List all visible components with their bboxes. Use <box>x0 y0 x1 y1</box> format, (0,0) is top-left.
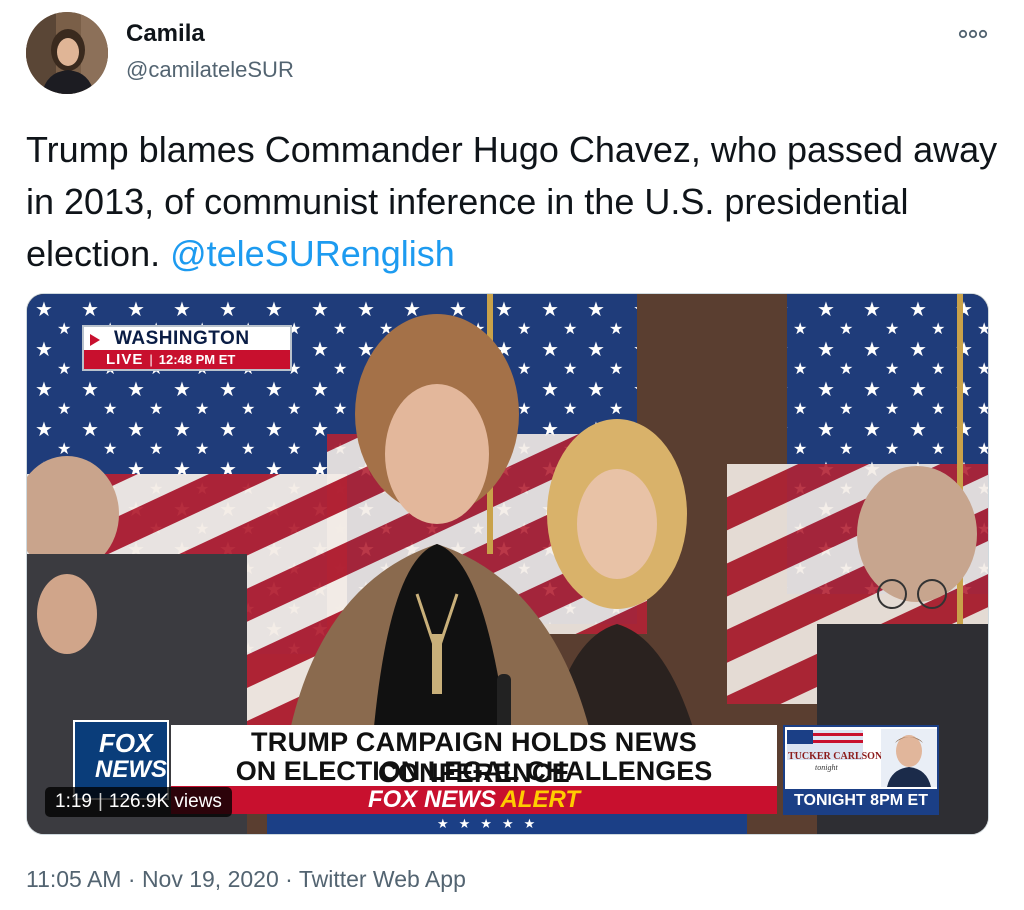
tweet-date[interactable]: Nov 19, 2020 <box>142 866 279 892</box>
logo-text-bottom: NEWS <box>95 756 167 783</box>
promo-time: TONIGHT 8PM ET <box>785 789 937 813</box>
author-handle[interactable]: @camilateleSUR <box>126 57 294 83</box>
tweet-source[interactable]: Twitter Web App <box>299 866 466 892</box>
live-separator: | <box>149 352 153 367</box>
mention-link[interactable]: @teleSURenglish <box>170 233 455 274</box>
location-label: WASHINGTON <box>114 328 250 349</box>
more-options-icon[interactable] <box>956 22 990 46</box>
avatar-image <box>26 12 108 94</box>
logo-text-top: FOX <box>99 728 153 758</box>
host-portrait <box>881 729 937 787</box>
video-views: 126.9K views <box>108 791 222 812</box>
avatar[interactable] <box>26 12 108 94</box>
tweet-footer: 11:05 AM · Nov 19, 2020 · Twitter Web Ap… <box>26 866 466 893</box>
live-time: 12:48 PM ET <box>158 352 236 367</box>
author-name[interactable]: Camila <box>126 20 205 48</box>
location-banner: WASHINGTON LIVE | 12:48 PM ET <box>82 325 292 371</box>
alert-prefix: FOX NEWS <box>367 786 496 813</box>
promo-show-name: TUCKER CARLSON <box>788 751 883 762</box>
tweet-text: Trump blames Commander Hugo Chavez, who … <box>26 124 1001 280</box>
stats-separator: | <box>97 791 103 812</box>
live-bar: LIVE | 12:48 PM ET <box>84 350 290 369</box>
video-player[interactable]: ★ ★ <box>26 293 989 835</box>
tweet-time[interactable]: 11:05 AM <box>26 866 121 892</box>
show-promo: TUCKER CARLSON tonight TONIGHT 8PM ET <box>783 725 939 815</box>
promo-subtitle: tonight <box>815 763 838 772</box>
ticker-stars: ★★★★★ <box>437 816 546 831</box>
video-duration: 1:19 <box>55 791 92 812</box>
headline-line-2: ON ELECTION LEGAL CHALLENGES <box>235 756 713 786</box>
live-label: LIVE <box>106 351 144 368</box>
footer-dot-2: · <box>285 866 293 892</box>
video-stats-overlay: 1:19 | 126.9K views <box>45 787 232 817</box>
headline-banner: TRUMP CAMPAIGN HOLDS NEWS CONFERENCE ON … <box>171 725 777 788</box>
alert-banner: FOX NEWS ALERT <box>171 786 777 814</box>
alert-word: ALERT <box>500 786 581 813</box>
live-arrow-icon <box>90 334 100 346</box>
footer-dot-1: · <box>127 866 136 892</box>
